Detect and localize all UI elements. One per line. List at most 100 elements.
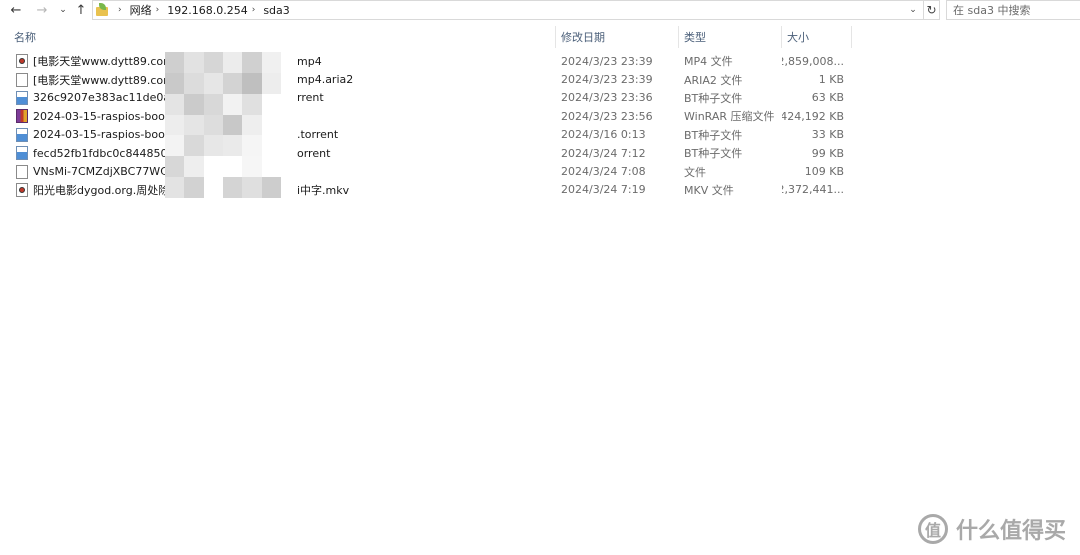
file-date: 2024/3/24 7:19 <box>561 183 646 197</box>
file-type: BT种子文件 <box>684 147 743 161</box>
mosaic-tile <box>184 52 204 73</box>
file-date: 2024/3/24 7:08 <box>561 165 646 179</box>
file-name: [电影天堂www.dytt89.com] <box>33 73 179 87</box>
file-size: 109 KB <box>804 165 844 179</box>
mosaic-tile <box>261 156 281 178</box>
mosaic-tile <box>261 114 281 136</box>
file-size: 2,859,008... <box>782 54 844 68</box>
mosaic-tile <box>184 135 204 157</box>
file-row[interactable]: [电影天堂www.dytt89.com] mp4 2024/3/23 23:39 … <box>0 52 852 70</box>
file-type: BT种子文件 <box>684 128 743 142</box>
video-file-icon <box>16 182 28 197</box>
back-arrow-icon[interactable]: ← <box>6 0 26 20</box>
video-file-icon <box>16 54 28 69</box>
file-row[interactable]: [电影天堂www.dytt89.com] mp4.aria2 2024/3/23 … <box>0 70 852 88</box>
mosaic-tile <box>223 93 243 115</box>
mosaic-tile <box>242 72 262 94</box>
up-arrow-icon[interactable]: ↑ <box>72 0 90 20</box>
mosaic-tile <box>242 135 262 157</box>
file-date: 2024/3/23 23:39 <box>561 73 653 87</box>
file-name: 2024-03-15-raspios-bookw <box>33 109 181 123</box>
mosaic-tile <box>242 114 262 136</box>
file-type: MP4 文件 <box>684 55 733 69</box>
mosaic-tile <box>203 93 223 115</box>
file-size: 424,192 KB <box>782 109 844 123</box>
mosaic-tile <box>223 72 243 94</box>
mosaic-tile <box>223 177 243 198</box>
mosaic-tile <box>184 72 204 94</box>
mosaic-tile <box>261 72 281 94</box>
file-row[interactable]: VNsMi-7CMZdjXBC77WCF 2024/3/24 7:08 文件 1… <box>0 162 852 180</box>
file-name-suffix: mp4 <box>297 54 322 68</box>
mosaic-tile <box>184 93 204 115</box>
column-header-date[interactable]: 修改日期 <box>556 26 679 48</box>
file-name: 2024-03-15-raspios-bookw <box>33 128 181 142</box>
file-name-suffix: rrent <box>297 91 324 105</box>
breadcrumb-separator-icon[interactable]: › <box>118 5 122 15</box>
column-header: 名称 修改日期 类型 大小 <box>0 26 852 48</box>
file-date: 2024/3/24 7:12 <box>561 146 646 160</box>
mosaic-tile <box>261 177 281 198</box>
file-row[interactable]: 阳光电影dygod.org.周处除3 i中字.mkv 2024/3/24 7:19… <box>0 181 852 199</box>
file-type: 文件 <box>684 165 706 179</box>
watermark-text: 什么值得买 <box>955 519 1066 544</box>
breadcrumb-separator-icon[interactable]: › <box>156 5 160 15</box>
file-name: [电影天堂www.dytt89.com] <box>33 55 179 69</box>
breadcrumb-host[interactable]: 192.168.0.254 <box>166 4 248 17</box>
mosaic-tile <box>165 135 185 157</box>
mosaic-tile <box>223 135 243 157</box>
mosaic-tile <box>165 156 185 178</box>
file-size: 33 KB <box>811 128 844 142</box>
search-input[interactable] <box>946 0 1080 20</box>
mosaic-tile <box>242 52 262 73</box>
file-type: BT种子文件 <box>684 91 743 105</box>
file-size: 2,372,441... <box>782 183 844 197</box>
mosaic-tile <box>165 52 185 73</box>
mosaic-tile <box>261 52 281 73</box>
mosaic-tile <box>203 177 223 198</box>
mosaic-tile <box>165 177 185 198</box>
mosaic-tile <box>261 135 281 157</box>
mosaic-tile <box>203 156 223 178</box>
recent-locations-chevron-icon[interactable]: ⌄ <box>56 0 70 20</box>
forward-arrow-icon[interactable]: → <box>32 0 52 20</box>
column-header-size[interactable]: 大小 <box>782 26 852 48</box>
mosaic-tile <box>184 114 204 136</box>
mosaic-tile <box>184 156 204 178</box>
file-name: 326c9207e383ac11de0aa5 <box>33 91 184 105</box>
file-name: fecd52fb1fdbc0c844850d4 <box>33 146 182 160</box>
file-type: MKV 文件 <box>684 183 734 197</box>
file-type: WinRAR 压缩文件 <box>684 110 775 124</box>
blank-file-icon <box>16 164 28 179</box>
mosaic-tile <box>242 177 262 198</box>
watermark: 值 什么值得买 <box>917 513 1066 545</box>
mosaic-tile <box>242 93 262 115</box>
file-size: 1 KB <box>818 73 844 87</box>
address-bar[interactable]: › 网络 › 192.168.0.254 › sda3 ⌄ <box>92 0 924 20</box>
privacy-mosaic <box>165 52 281 198</box>
mosaic-tile <box>203 52 223 73</box>
file-name-suffix: mp4.aria2 <box>297 73 354 87</box>
mosaic-tile <box>203 135 223 157</box>
file-name: 阳光电影dygod.org.周处除3 <box>33 183 177 197</box>
torrent-file-icon <box>16 90 28 105</box>
breadcrumb-network[interactable]: 网络 <box>129 2 153 18</box>
file-name-suffix: .torrent <box>297 128 339 142</box>
breadcrumb-separator-icon[interactable]: › <box>252 5 256 15</box>
file-row[interactable]: 2024-03-15-raspios-bookw .torrent 2024/3/… <box>0 126 852 144</box>
file-row[interactable]: 326c9207e383ac11de0aa5 rrent 2024/3/23 23… <box>0 89 852 107</box>
file-row[interactable]: fecd52fb1fdbc0c844850d4 orrent 2024/3/24 … <box>0 144 852 162</box>
file-date: 2024/3/23 23:36 <box>561 91 653 105</box>
folder-icon <box>95 2 109 18</box>
torrent-file-icon <box>16 127 28 142</box>
file-row[interactable]: 2024-03-15-raspios-bookw 2024/3/23 23:56… <box>0 107 852 125</box>
mosaic-tile <box>165 114 185 136</box>
mosaic-tile <box>165 72 185 94</box>
file-size: 63 KB <box>811 91 844 105</box>
address-dropdown-chevron-icon[interactable]: ⌄ <box>906 2 920 18</box>
refresh-icon[interactable]: ↻ <box>924 0 940 20</box>
breadcrumb-share[interactable]: sda3 <box>262 4 290 17</box>
column-header-type[interactable]: 类型 <box>679 26 782 48</box>
column-header-name[interactable]: 名称 <box>0 26 556 48</box>
file-list: [电影天堂www.dytt89.com] mp4 2024/3/23 23:39 … <box>0 52 852 199</box>
